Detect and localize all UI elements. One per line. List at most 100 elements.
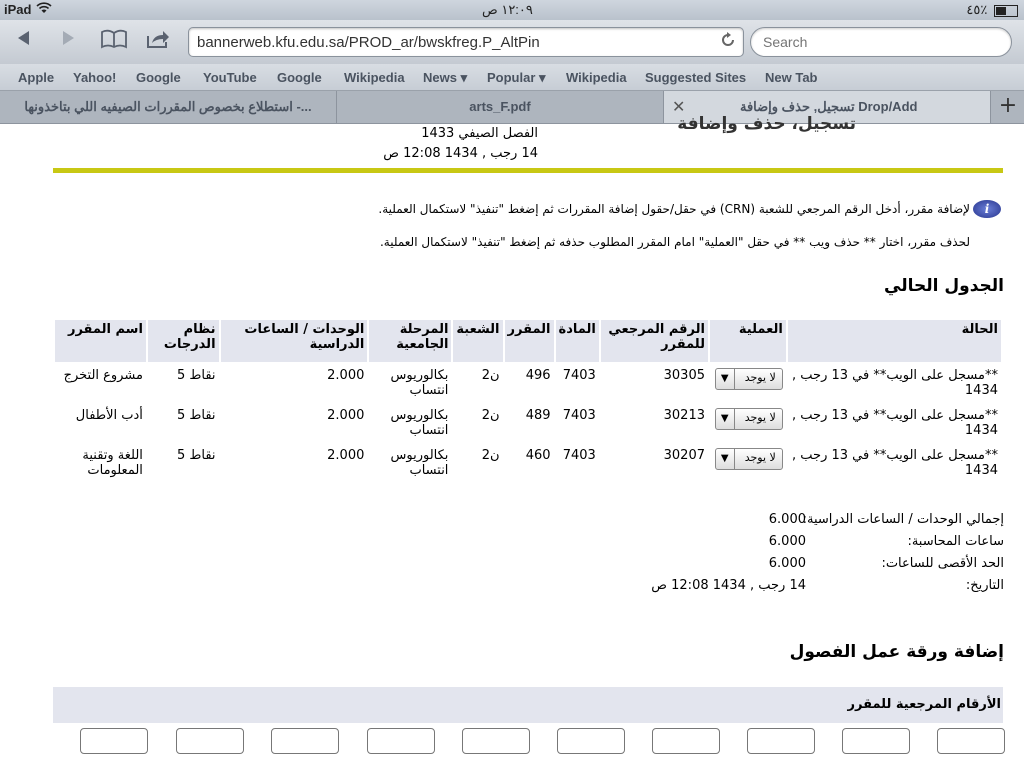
row-course: 489 bbox=[525, 408, 551, 423]
dropdown-arrow-icon: ▼ bbox=[716, 409, 735, 429]
new-tab-plus-icon[interactable]: + bbox=[992, 91, 1024, 123]
row-grade-mode: نقاط 5 bbox=[176, 408, 216, 423]
crn-input-2[interactable] bbox=[842, 728, 910, 754]
col-section: الشعبة bbox=[453, 320, 503, 362]
row-course: 460 bbox=[525, 448, 551, 463]
crn-input-5[interactable] bbox=[557, 728, 625, 754]
crn-input-10[interactable] bbox=[80, 728, 148, 754]
bookmark-wikipedia-2[interactable]: Wikipedia bbox=[566, 70, 627, 85]
row-crn: 30207 bbox=[663, 448, 705, 463]
address-bar[interactable]: bannerweb.kfu.edu.sa/PROD_ar/bwskfreg.P_… bbox=[188, 27, 744, 57]
bookmarks-button[interactable] bbox=[98, 28, 130, 54]
dropdown-arrow-icon: ▼ bbox=[716, 449, 735, 469]
row-section: ن2 bbox=[481, 408, 500, 423]
col-crn: الرقم المرجعي للمقرر bbox=[600, 320, 708, 362]
action-select-value: لا يوجد bbox=[744, 411, 776, 424]
row-subject: 7403 bbox=[562, 448, 596, 463]
bookmark-youtube[interactable]: YouTube bbox=[203, 70, 257, 85]
table-row: **مسجل على الويب** في 13 رجب , 1434 لا ي… bbox=[55, 442, 1001, 482]
info-icon: i bbox=[973, 200, 1001, 218]
search-input[interactable] bbox=[761, 33, 995, 51]
col-action: العملية bbox=[709, 320, 786, 362]
bookmark-popular-menu[interactable]: Popular ▾ bbox=[487, 70, 546, 86]
col-grade-mode: نظام الدرجات bbox=[147, 320, 219, 362]
share-icon bbox=[147, 31, 169, 48]
tab-bar: استطلاع بخصوص المقررات الصيفيه اللي بتاخ… bbox=[0, 91, 1024, 124]
row-subject: 7403 bbox=[562, 368, 596, 383]
row-level: بكالوريوس انتساب bbox=[390, 408, 449, 438]
device-label: iPad bbox=[4, 2, 32, 17]
back-button[interactable] bbox=[10, 28, 38, 54]
forward-button[interactable] bbox=[54, 28, 82, 54]
bookmark-apple[interactable]: Apple bbox=[18, 70, 54, 85]
bookmark-suggested-sites[interactable]: Suggested Sites bbox=[645, 70, 746, 85]
book-icon bbox=[101, 29, 127, 49]
row-section: ن2 bbox=[481, 448, 500, 463]
action-select[interactable]: لا يوجد ▼ bbox=[714, 368, 783, 390]
header-datetime: 14 رجب , 1434 12:08 ص bbox=[383, 146, 538, 161]
tab-arts-pdf[interactable]: arts_F.pdf bbox=[337, 91, 664, 123]
battery-percent: ٤٥٪ bbox=[966, 2, 988, 17]
crn-header-label: الأرقام المرجعية للمقرر bbox=[847, 697, 1001, 712]
bookmark-news-menu[interactable]: News ▾ bbox=[423, 70, 467, 86]
term-label: الفصل الصيفي 1433 bbox=[421, 126, 538, 141]
action-select[interactable]: لا يوجد ▼ bbox=[714, 448, 783, 470]
date-label: التاريخ: bbox=[965, 578, 1004, 593]
tab-survey[interactable]: استطلاع بخصوص المقررات الصيفيه اللي بتاخ… bbox=[0, 91, 337, 123]
share-button[interactable] bbox=[142, 28, 174, 54]
billing-hours-label: ساعات المحاسبة: bbox=[907, 534, 1004, 549]
url-text: bannerweb.kfu.edu.sa/PROD_ar/bwskfreg.P_… bbox=[197, 34, 540, 51]
row-subject: 7403 bbox=[562, 408, 596, 423]
table-row: **مسجل على الويب** في 13 رجب , 1434 لا ي… bbox=[55, 362, 1001, 402]
col-level: المرحلة الجامعية bbox=[369, 320, 452, 362]
crn-input-9[interactable] bbox=[176, 728, 244, 754]
clock: ١٢:٠٩ ص bbox=[482, 2, 533, 17]
row-grade-mode: نقاط 5 bbox=[176, 448, 216, 463]
row-credits: 2.000 bbox=[327, 368, 365, 383]
row-action-cell: لا يوجد ▼ bbox=[710, 442, 786, 482]
row-credits: 2.000 bbox=[327, 408, 365, 423]
forward-arrow-icon bbox=[63, 31, 74, 45]
header-divider bbox=[53, 168, 1003, 173]
reload-icon[interactable] bbox=[719, 31, 737, 54]
max-hours-row: الحد الأقصى للساعات: 6.000 bbox=[600, 556, 1004, 576]
schedule-table: الحالة العملية الرقم المرجعي للمقرر الما… bbox=[53, 320, 1003, 482]
total-credits-label: إجمالي الوحدات / الساعات الدراسية: bbox=[802, 512, 1004, 527]
date-value: 14 رجب , 1434 12:08 ص bbox=[651, 578, 806, 593]
bookmark-google[interactable]: Google bbox=[136, 70, 181, 85]
crn-input-7[interactable] bbox=[367, 728, 435, 754]
row-status: **مسجل على الويب** في 13 رجب , 1434 bbox=[792, 408, 998, 438]
date-row: التاريخ: 14 رجب , 1434 12:08 ص bbox=[600, 578, 1004, 598]
row-course: 496 bbox=[525, 368, 551, 383]
billing-hours-value: 6.000 bbox=[768, 534, 806, 549]
row-level: بكالوريوس انتساب bbox=[390, 368, 449, 398]
crn-input-6[interactable] bbox=[462, 728, 530, 754]
back-arrow-icon bbox=[18, 31, 29, 45]
total-credits-value: 6.000 bbox=[768, 512, 806, 527]
search-bar[interactable] bbox=[750, 27, 1012, 57]
col-subject: المادة bbox=[555, 320, 599, 362]
crn-input-1[interactable] bbox=[937, 728, 1005, 754]
bookmarks-bar: Apple Yahoo! Google YouTube Google Wikip… bbox=[0, 64, 1024, 91]
row-course-title: اللغة وتقنية المعلومات bbox=[82, 448, 143, 478]
bookmark-wikipedia[interactable]: Wikipedia bbox=[344, 70, 405, 85]
page-content: تسجيل، حذف وإضافة الفصل الصيفي 1433 14 ر… bbox=[0, 114, 1024, 768]
bookmark-yahoo[interactable]: Yahoo! bbox=[73, 70, 116, 85]
battery-status: ٤٥٪ bbox=[966, 2, 1018, 18]
row-action-cell: لا يوجد ▼ bbox=[710, 362, 786, 402]
row-status: **مسجل على الويب** في 13 رجب , 1434 bbox=[792, 368, 998, 398]
max-hours-label: الحد الأقصى للساعات: bbox=[881, 556, 1004, 571]
bookmark-new-tab[interactable]: New Tab bbox=[765, 70, 818, 85]
row-credits: 2.000 bbox=[327, 448, 365, 463]
action-select-value: لا يوجد bbox=[744, 451, 776, 464]
add-worksheet-title: إضافة ورقة عمل الفصول bbox=[789, 642, 1004, 662]
col-credits: الوحدات / الساعات الدراسية bbox=[220, 320, 368, 362]
crn-input-4[interactable] bbox=[652, 728, 720, 754]
crn-input-8[interactable] bbox=[271, 728, 339, 754]
billing-hours-row: ساعات المحاسبة: 6.000 bbox=[600, 534, 1004, 554]
action-select[interactable]: لا يوجد ▼ bbox=[714, 408, 783, 430]
bookmark-google-2[interactable]: Google bbox=[277, 70, 322, 85]
page-title: تسجيل، حذف وإضافة bbox=[677, 114, 856, 134]
col-course-title: اسم المقرر bbox=[55, 320, 146, 362]
crn-input-3[interactable] bbox=[747, 728, 815, 754]
